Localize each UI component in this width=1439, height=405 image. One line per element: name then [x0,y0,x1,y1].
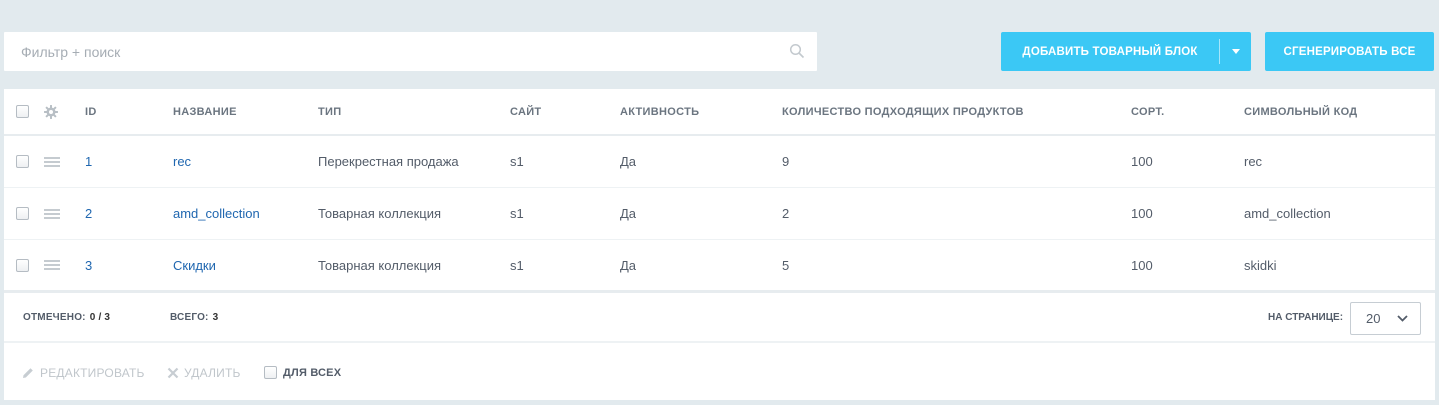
select-all-checkbox[interactable] [16,105,29,118]
row-id[interactable]: 3 [85,240,92,290]
row-product-count: 5 [782,257,790,273]
row-product-count: 9 [782,154,790,169]
row-type: Товарная коллекция [318,206,442,221]
per-page-value: 20 [1366,311,1381,326]
selected-count-label: ОТМЕЧЕНО: [23,311,86,323]
column-header-code[interactable]: СИМВОЛЬНЫЙ КОД [1244,89,1357,134]
row-id[interactable]: 2 [85,188,92,239]
for-all-toggle[interactable]: ДЛЯ ВСЕХ [264,345,341,400]
row-menu-icon[interactable] [44,260,60,270]
row-checkbox[interactable] [16,155,29,168]
filter-bar: ДОБАВИТЬ ТОВАРНЫЙ БЛОК СГЕНЕРИРОВАТЬ ВСЕ [0,0,1439,89]
row-sort: 100 [1131,154,1153,169]
table-header: ID НАЗВАНИЕ ТИП САЙТ АКТИВНОСТЬ КОЛИЧЕСТ… [4,89,1435,136]
add-product-block-button[interactable]: ДОБАВИТЬ ТОВАРНЫЙ БЛОК [1001,32,1251,71]
row-active: Да [620,257,637,273]
grid-footer: ОТМЕЧЕНО: 0 / 3 ВСЕГО: 3 НА СТРАНИЦЕ: 20 [4,293,1435,343]
grid-panel: ID НАЗВАНИЕ ТИП САЙТ АКТИВНОСТЬ КОЛИЧЕСТ… [4,89,1435,400]
row-site: s1 [510,257,524,273]
row-id[interactable]: 1 [85,136,92,187]
row-type: Товарная коллекция [318,257,442,273]
generate-all-label: СГЕНЕРИРОВАТЬ ВСЕ [1283,45,1416,58]
row-name[interactable]: amd_collection [173,188,260,239]
row-checkbox[interactable] [16,258,29,272]
add-product-block-label: ДОБАВИТЬ ТОВАРНЫЙ БЛОК [1022,45,1198,58]
per-page-label: НА СТРАНИЦЕ: [1268,311,1344,323]
generate-all-button[interactable]: СГЕНЕРИРОВАТЬ ВСЕ [1265,32,1434,71]
total-count-label: ВСЕГО: [170,311,209,323]
column-header-id[interactable]: ID [85,89,97,134]
row-menu-icon[interactable] [44,156,60,167]
row-type: Перекрестная продажа [318,154,459,169]
column-header-type[interactable]: ТИП [318,89,341,134]
total-count: ВСЕГО: 3 [170,293,218,341]
column-header-active[interactable]: АКТИВНОСТЬ [620,89,699,134]
row-code: skidki [1244,257,1277,273]
table-row[interactable]: 3 Скидки Товарная коллекция s1 Да 5 100 … [4,240,1435,293]
row-menu-icon[interactable] [44,208,60,219]
search-icon[interactable] [789,43,805,59]
column-header-site[interactable]: САЙТ [510,89,541,134]
gear-icon[interactable] [44,104,58,119]
edit-label: РЕДАКТИРОВАТЬ [40,365,145,380]
edit-button[interactable]: РЕДАКТИРОВАТЬ [21,345,145,400]
row-name[interactable]: rec [173,136,191,187]
delete-label: УДАЛИТЬ [184,365,241,380]
search-input[interactable] [4,32,784,71]
column-header-product-count[interactable]: КОЛИЧЕСТВО ПОДХОДЯЩИХ ПРОДУКТОВ [782,89,1024,134]
for-all-checkbox[interactable] [264,366,277,379]
selected-count: ОТМЕЧЕНО: 0 / 3 [23,293,110,341]
row-active: Да [620,154,637,169]
search-box [4,32,817,71]
pencil-icon [23,367,33,378]
table-row[interactable]: 1 rec Перекрестная продажа s1 Да 9 100 r… [4,136,1435,188]
row-name[interactable]: Скидки [173,240,216,290]
row-sort: 100 [1131,257,1153,273]
table-row[interactable]: 2 amd_collection Товарная коллекция s1 Д… [4,188,1435,240]
delete-button[interactable]: УДАЛИТЬ [167,345,241,400]
add-dropdown-toggle[interactable] [1220,49,1251,54]
column-header-sort[interactable]: СОРТ. [1131,89,1164,134]
column-header-name[interactable]: НАЗВАНИЕ [173,89,237,134]
row-sort: 100 [1131,206,1153,221]
row-code: amd_collection [1244,206,1331,221]
selected-count-value: 0 / 3 [89,311,111,323]
total-count-value: 3 [212,311,219,323]
row-code: rec [1244,154,1263,169]
group-actions-bar: РЕДАКТИРОВАТЬ УДАЛИТЬ ДЛЯ ВСЕХ [4,345,1435,400]
chevron-down-icon [1231,49,1240,54]
row-product-count: 2 [782,206,790,221]
chevron-down-icon [1397,315,1408,322]
row-site: s1 [510,154,524,169]
row-site: s1 [510,206,524,221]
for-all-label: ДЛЯ ВСЕХ [283,366,342,379]
row-checkbox[interactable] [16,207,29,220]
per-page-select[interactable]: 20 [1350,302,1421,335]
close-icon [167,367,179,378]
row-active: Да [620,206,637,221]
